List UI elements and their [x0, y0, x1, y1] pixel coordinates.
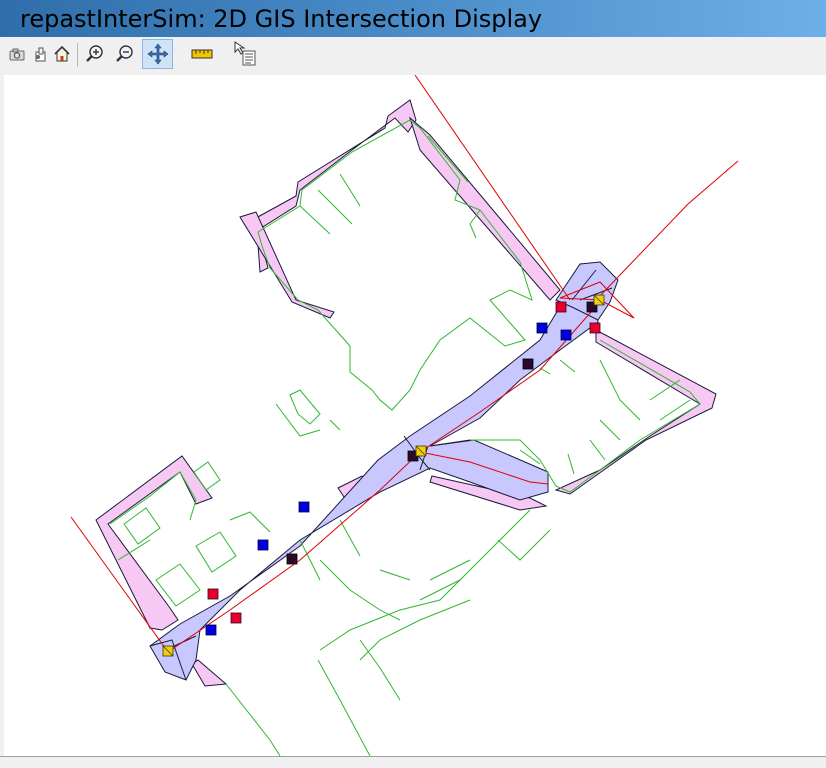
pavement-area — [255, 99, 417, 273]
info-pointer-icon — [234, 41, 256, 66]
pavement-area — [409, 116, 561, 301]
building-outline — [319, 509, 551, 651]
agent-marker-red — [589, 322, 601, 334]
zoom-out-button[interactable] — [112, 41, 138, 67]
agent-marker-blue — [560, 329, 572, 341]
agent-marker-blue — [536, 322, 548, 334]
building-outline — [257, 119, 533, 411]
road-area — [149, 299, 599, 681]
ruler-icon — [191, 49, 213, 59]
building-outline — [275, 403, 341, 437]
toolbar — [0, 37, 826, 73]
building-outline — [195, 531, 237, 573]
measure-button[interactable] — [189, 41, 215, 67]
title-bar: repastInterSim: 2D GIS Intersection Disp… — [0, 0, 826, 37]
pavement-area — [95, 455, 213, 631]
camera-icon — [9, 48, 25, 61]
agent-marker-red — [207, 588, 219, 600]
pan-button[interactable] — [142, 39, 173, 69]
building-outline — [589, 419, 621, 461]
map-canvas[interactable] — [4, 75, 826, 756]
crossing-marker — [593, 294, 605, 306]
route-line — [414, 75, 571, 301]
status-bar — [0, 756, 826, 768]
route-line — [70, 516, 169, 653]
building-outline — [289, 389, 321, 425]
toolbar-separator — [77, 43, 78, 67]
building-outline — [317, 599, 471, 756]
building-outline — [117, 511, 271, 561]
home-icon — [54, 45, 70, 62]
zoom-out-icon — [116, 45, 133, 62]
pavement-area — [239, 211, 335, 319]
pavement-area — [554, 329, 717, 495]
pan-arrows-icon — [147, 43, 168, 65]
building-outline — [359, 559, 471, 701]
window-title: repastInterSim: 2D GIS Intersection Disp… — [20, 4, 543, 33]
zoom-in-button[interactable] — [82, 41, 108, 67]
crossing-marker — [415, 445, 427, 457]
agent-marker-dark — [522, 358, 534, 370]
building-outline — [225, 683, 281, 756]
app-window: repastInterSim: 2D GIS Intersection Disp… — [0, 0, 826, 768]
zoom-in-icon — [86, 45, 103, 62]
crossing-marker — [162, 645, 174, 657]
building-outline — [519, 359, 576, 475]
agent-marker-red — [230, 612, 242, 624]
building-outline — [123, 507, 161, 545]
pavement-area — [191, 659, 228, 687]
agent-marker-blue — [205, 624, 217, 636]
agent-marker-dark — [286, 553, 298, 565]
home-button[interactable] — [49, 41, 75, 67]
agent-marker-red — [555, 301, 567, 313]
pavement-layer — [95, 99, 717, 687]
export-icon — [35, 47, 46, 62]
gis-map[interactable] — [4, 75, 826, 756]
agent-marker-blue — [257, 539, 269, 551]
road-layer — [149, 261, 619, 681]
agent-marker-blue — [298, 501, 310, 513]
building-outline — [299, 519, 361, 581]
info-button[interactable] — [232, 41, 258, 67]
